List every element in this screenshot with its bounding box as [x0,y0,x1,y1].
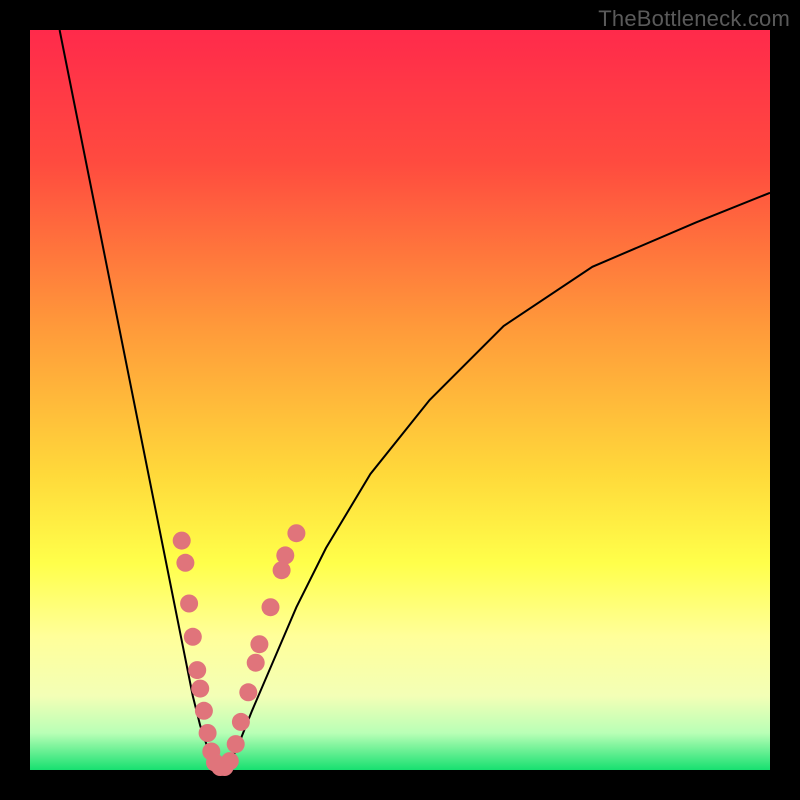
data-dot [232,713,250,731]
data-dot [199,724,217,742]
plot-area [30,30,770,770]
data-dot [262,598,280,616]
curve-right [222,193,770,770]
data-dot [176,554,194,572]
chart-svg [30,30,770,770]
data-dot [173,532,191,550]
curve-left [60,30,223,770]
data-dot [188,661,206,679]
outer-frame: TheBottleneck.com [0,0,800,800]
data-dot [239,683,257,701]
data-dot [184,628,202,646]
data-dot [247,654,265,672]
dot-layer [173,524,306,776]
data-dot [227,735,245,753]
data-dot [276,546,294,564]
data-dot [221,752,239,770]
data-dot [250,635,268,653]
data-dot [287,524,305,542]
watermark-text: TheBottleneck.com [598,6,790,32]
data-dot [191,680,209,698]
data-dot [195,702,213,720]
data-dot [180,595,198,613]
